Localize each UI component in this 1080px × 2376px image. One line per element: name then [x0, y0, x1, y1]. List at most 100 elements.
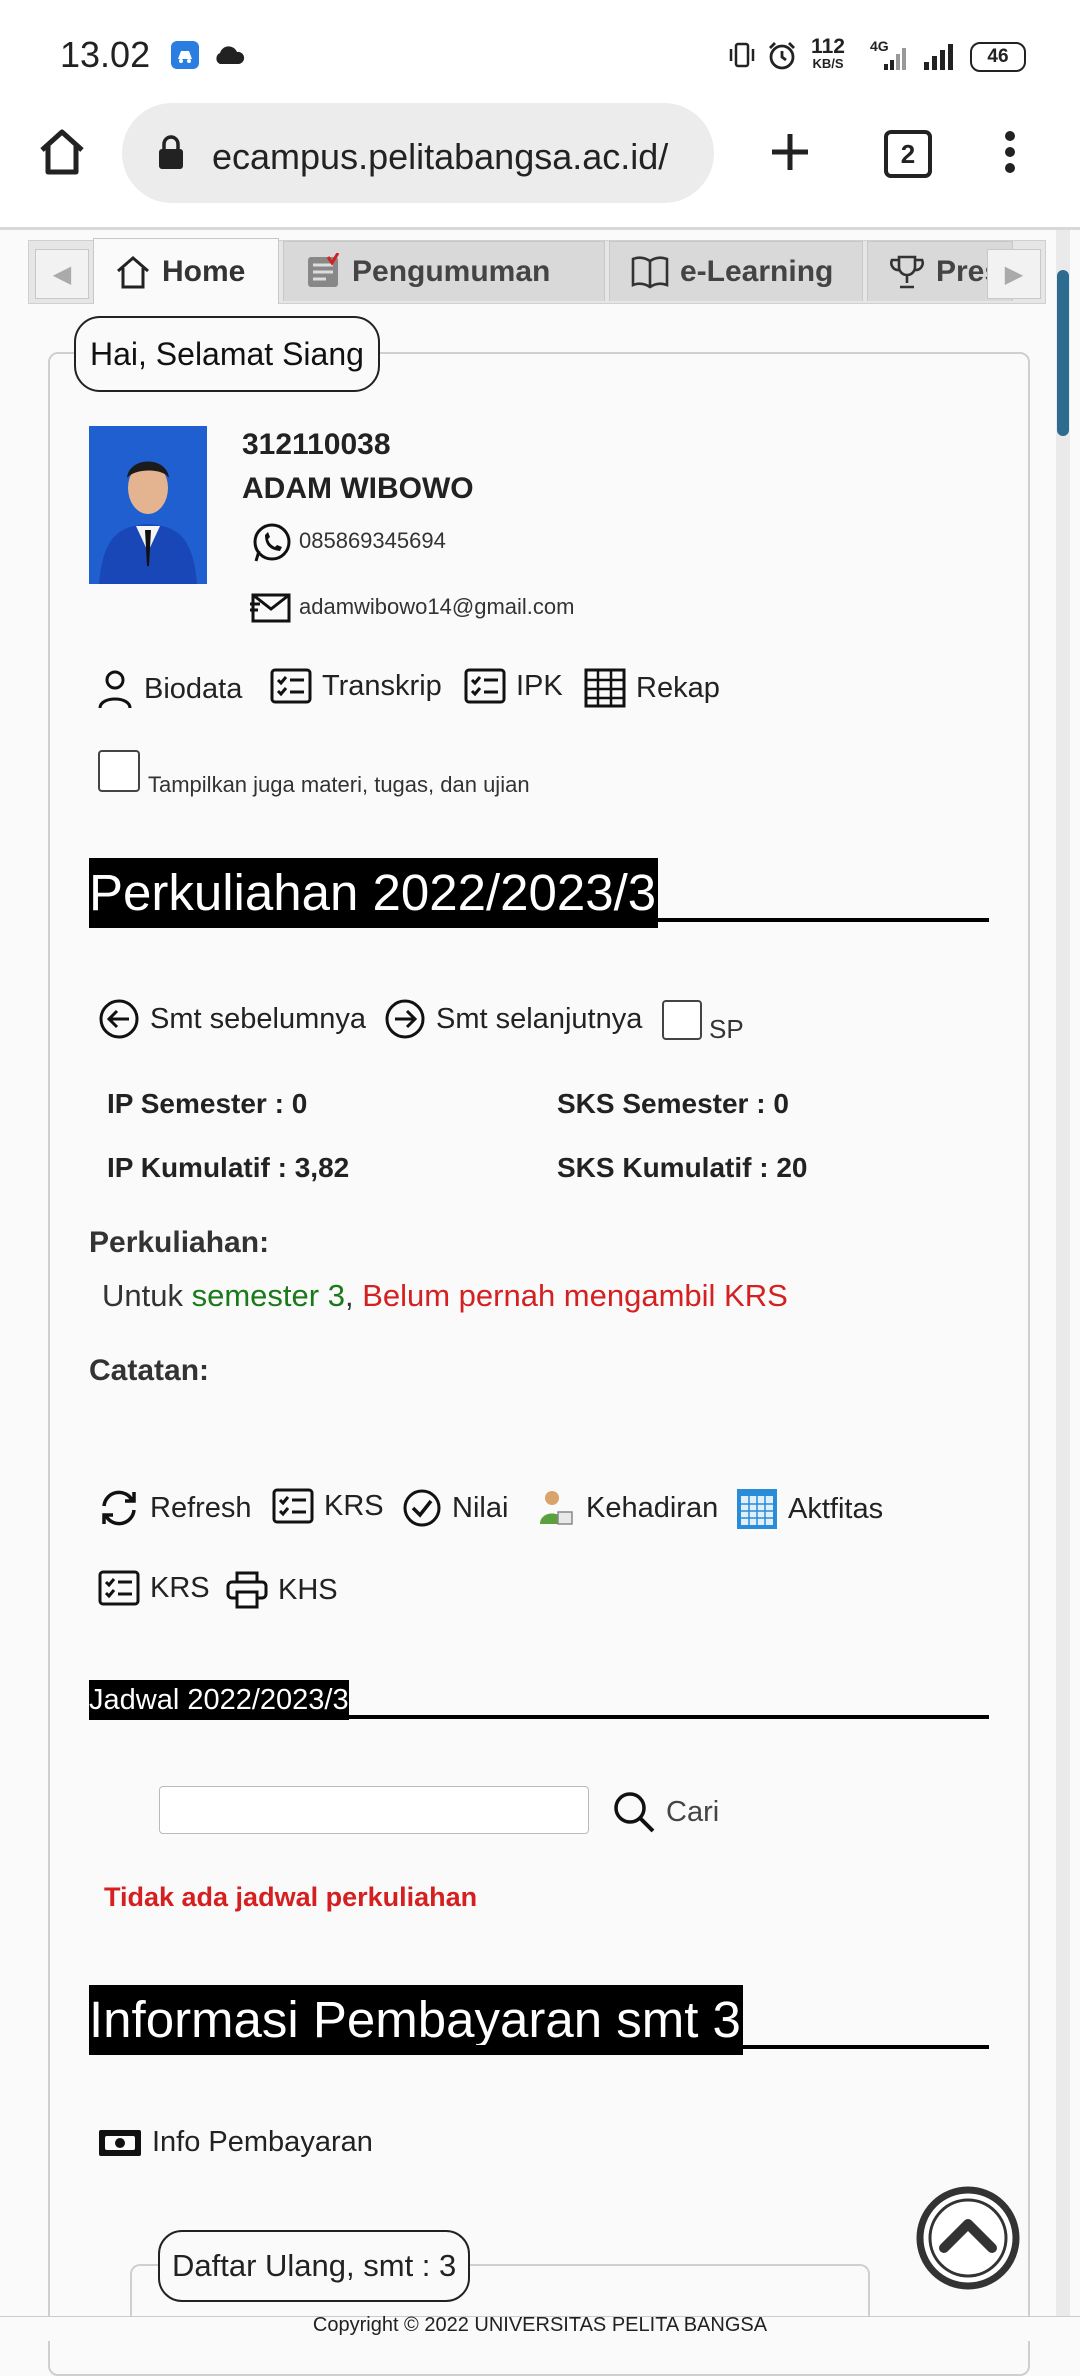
- person-icon: [98, 670, 132, 709]
- krs-link[interactable]: KRS: [272, 1488, 384, 1524]
- student-phone[interactable]: 085869345694: [299, 528, 446, 554]
- url-text[interactable]: ecampus.pelitabangsa.ac.id/: [212, 136, 692, 178]
- sks-semester: SKS Semester : 0: [557, 1088, 789, 1119]
- next-semester-link[interactable]: Smt selanjutnya: [384, 998, 642, 1040]
- biodata-link[interactable]: Biodata: [96, 668, 242, 710]
- show-materials-checkbox[interactable]: [98, 750, 140, 792]
- tab-e-learning[interactable]: e-Learning: [609, 241, 863, 301]
- notice-semester: semester 3: [191, 1278, 345, 1313]
- nilai-label: Nilai: [452, 1491, 509, 1524]
- show-materials-label: Tampilkan juga materi, tugas, dan ujian: [148, 772, 530, 797]
- arrow-right-circle-icon: [385, 999, 425, 1039]
- battery-icon: 46: [970, 42, 1026, 72]
- info-pembayaran-link[interactable]: Info Pembayaran: [98, 2126, 373, 2159]
- check-circle-icon: [403, 1489, 441, 1527]
- aktfitas-link[interactable]: Aktfitas: [736, 1488, 883, 1530]
- tab-count: 2: [900, 139, 916, 169]
- student-email[interactable]: adamwibowo14@gmail.com: [299, 594, 574, 620]
- student-photo-image: [89, 426, 207, 584]
- app-notification-icon: [171, 41, 199, 69]
- perkuliahan-label: Perkuliahan:: [89, 1226, 270, 1259]
- rekap-label: Rekap: [636, 671, 720, 704]
- sks-kumulatif: SKS Kumulatif : 20: [557, 1152, 808, 1183]
- trophy-icon: [890, 255, 924, 288]
- checklist-icon: [98, 1570, 140, 1606]
- krs-notice: Untuk semester 3, Belum pernah mengambil…: [102, 1278, 788, 1314]
- status-time: 13.02: [60, 34, 151, 75]
- tab-pengumuman[interactable]: Pengumuman: [283, 241, 605, 301]
- tab-switcher-button[interactable]: 2: [884, 130, 932, 178]
- refresh-link[interactable]: Refresh: [98, 1488, 252, 1528]
- daftar-ulang-legend: Daftar Ulang, smt : 3: [158, 2230, 471, 2302]
- rekap-link[interactable]: Rekap: [584, 668, 720, 708]
- prev-semester-label: Smt sebelumnya: [150, 1002, 366, 1035]
- jadwal-search-input[interactable]: [159, 1786, 589, 1834]
- ipk-label: IPK: [516, 669, 563, 702]
- prev-semester-link[interactable]: Smt sebelumnya: [98, 998, 366, 1040]
- checklist-icon: [464, 668, 506, 704]
- aktfitas-label: Aktfitas: [788, 1492, 884, 1525]
- copyright-text: Copyright © 2022 UNIVERSITAS PELITA BANG…: [312, 2314, 768, 2336]
- attendance-icon: [540, 1491, 573, 1525]
- ipk-link[interactable]: IPK: [464, 668, 563, 704]
- notice-status: Belum pernah mengambil KRS: [362, 1278, 788, 1313]
- printer-icon: [226, 1571, 268, 1609]
- book-icon: [631, 255, 669, 289]
- nilai-link[interactable]: Nilai: [402, 1488, 508, 1528]
- sp-label: SP: [709, 1014, 744, 1044]
- net-speed-value: 112: [811, 35, 845, 58]
- ip-kumulatif: IP Kumulatif : 3,82: [107, 1152, 350, 1183]
- jadwal-section-title: Jadwal 2022/2023/3: [89, 1680, 349, 1720]
- notice-prefix: Untuk: [102, 1278, 192, 1313]
- home-icon: [117, 255, 149, 288]
- signal-icon: [924, 44, 953, 70]
- cloud-icon: [216, 46, 245, 64]
- scroll-to-top-icon[interactable]: [916, 2186, 1020, 2290]
- kehadiran-label: Kehadiran: [586, 1491, 719, 1524]
- email-icon: [250, 593, 291, 623]
- home-icon[interactable]: [36, 126, 88, 178]
- checklist-icon: [272, 1488, 314, 1524]
- more-menu-icon[interactable]: [996, 128, 1024, 176]
- jadwal-search-button[interactable]: Cari: [612, 1790, 719, 1834]
- search-icon: [614, 1792, 655, 1833]
- calendar-grid-icon: [737, 1489, 777, 1529]
- money-icon: [99, 2129, 141, 2156]
- checklist-icon: [270, 668, 312, 704]
- kehadiran-link[interactable]: Kehadiran: [536, 1488, 718, 1528]
- page-scrollbar-thumb[interactable]: [1057, 270, 1069, 436]
- khs-label: KHS: [278, 1573, 338, 1606]
- announcement-icon: [308, 252, 340, 287]
- transkrip-link[interactable]: Transkrip: [270, 668, 442, 704]
- alarm-icon: [769, 42, 795, 70]
- tab-label: e-Learning: [680, 254, 834, 288]
- lock-icon: [159, 135, 183, 169]
- browser-divider: [0, 227, 1080, 230]
- vibrate-icon: [729, 42, 755, 68]
- refresh-icon: [102, 1490, 136, 1526]
- sp-checkbox[interactable]: [662, 1000, 702, 1040]
- tab-home[interactable]: Home: [93, 238, 279, 304]
- krs-label: KRS: [324, 1489, 384, 1522]
- pembayaran-section-underline: [89, 2045, 989, 2049]
- catatan-label: Catatan:: [89, 1354, 210, 1387]
- page-scrollbar-track[interactable]: [1056, 230, 1070, 2330]
- student-photo: [89, 426, 207, 584]
- battery-level: 46: [987, 46, 1009, 67]
- perkuliahan-section-underline: [89, 918, 989, 922]
- khs-link[interactable]: KHS: [226, 1570, 338, 1610]
- greeting-legend: Hai, Selamat Siang: [74, 316, 380, 392]
- tab-scroll-right-button[interactable]: ▶: [987, 249, 1041, 299]
- nav-tab-strip: ◀ Home Pengumuman e-Learning Prest ▶: [28, 238, 1046, 304]
- tab-scroll-left-button[interactable]: ◀: [35, 249, 89, 299]
- net-speed: 112 KB/S: [806, 36, 850, 70]
- refresh-label: Refresh: [150, 1491, 252, 1524]
- krs-print-link[interactable]: KRS: [98, 1570, 210, 1606]
- transkrip-label: Transkrip: [322, 669, 442, 702]
- tab-label: Home: [162, 254, 246, 288]
- table-icon: [584, 668, 626, 708]
- status-bar: 13.02 112 KB/S 4G 46: [0, 0, 1080, 100]
- student-nim: 312110038: [242, 428, 391, 461]
- new-tab-icon[interactable]: [768, 130, 812, 174]
- student-name: ADAM WIBOWO: [242, 472, 474, 505]
